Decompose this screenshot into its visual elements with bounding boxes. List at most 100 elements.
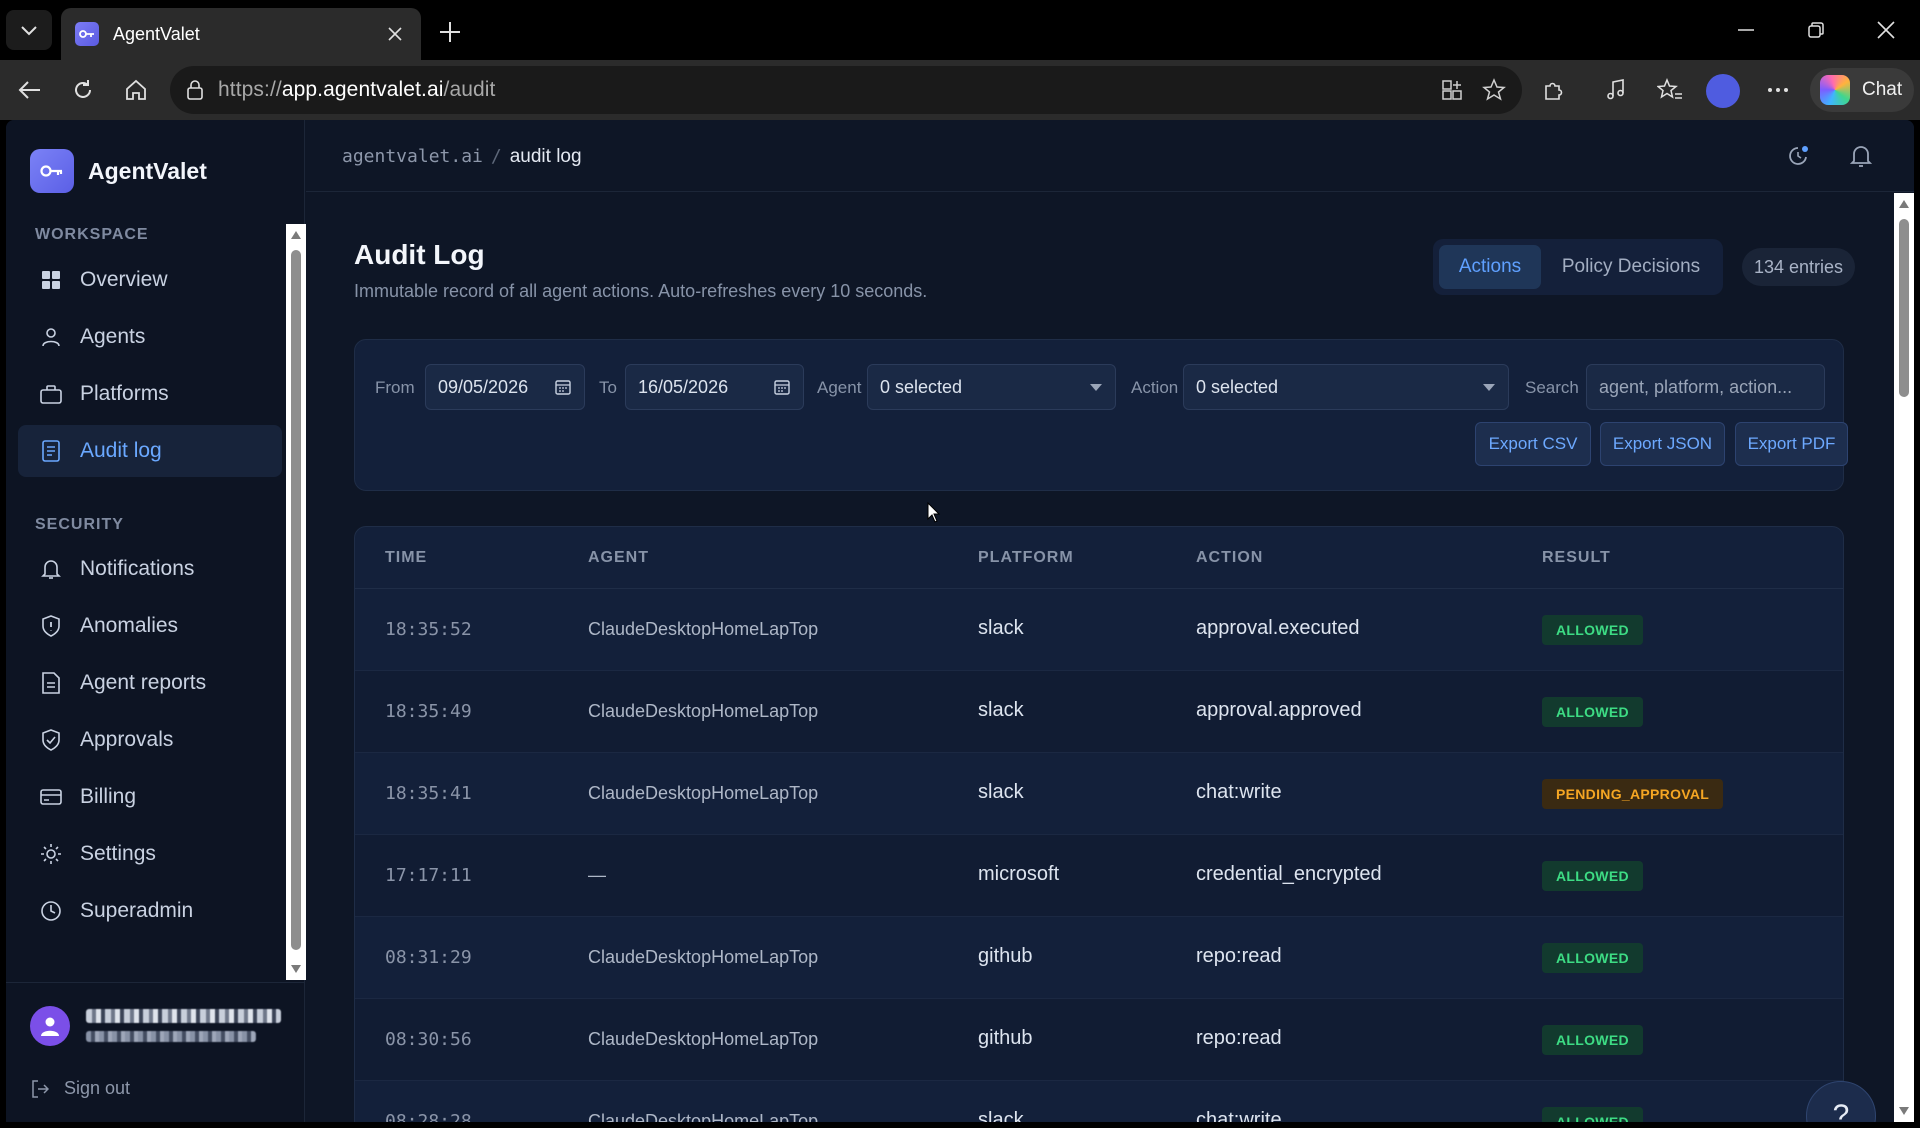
sidebar-item-platforms[interactable]: Platforms bbox=[18, 368, 282, 420]
to-date-input[interactable]: 16/05/2026 bbox=[625, 364, 804, 410]
minimize-button[interactable] bbox=[1726, 10, 1766, 50]
more-menu-button[interactable] bbox=[1758, 70, 1798, 110]
back-button[interactable] bbox=[10, 70, 50, 110]
favorite-star-icon[interactable] bbox=[1474, 70, 1514, 110]
puzzle-icon bbox=[1545, 82, 1563, 100]
table-row[interactable]: 08:31:29 ClaudeDesktopHomeLapTop github … bbox=[355, 917, 1843, 999]
home-button[interactable] bbox=[116, 70, 156, 110]
sidebar-item-anomalies[interactable]: Anomalies bbox=[18, 600, 282, 652]
page-subtitle: Immutable record of all agent actions. A… bbox=[354, 281, 928, 301]
sidebar-item-label: Audit log bbox=[80, 439, 162, 462]
main-scrollbar[interactable] bbox=[1894, 193, 1914, 1122]
cell-platform: slack bbox=[978, 699, 1024, 721]
cell-time: 18:35:52 bbox=[385, 619, 472, 640]
sidebar-item-label: Settings bbox=[80, 842, 156, 865]
sidebar-item-audit-log[interactable]: Audit log bbox=[18, 425, 282, 477]
action-select[interactable]: 0 selected bbox=[1183, 364, 1509, 410]
column-header-agent[interactable]: AGENT bbox=[588, 549, 649, 567]
media-control-button[interactable] bbox=[1596, 70, 1636, 110]
column-header-platform[interactable]: PLATFORM bbox=[978, 549, 1074, 567]
column-header-result[interactable]: RESULT bbox=[1542, 549, 1611, 567]
browser-tab[interactable]: AgentValet bbox=[61, 8, 421, 60]
cell-time: 18:35:49 bbox=[385, 701, 472, 722]
export-csv-button[interactable]: Export CSV bbox=[1475, 422, 1591, 466]
scroll-down-icon[interactable] bbox=[290, 964, 302, 974]
sign-out-button[interactable]: Sign out bbox=[30, 1078, 130, 1099]
tab-policy-decisions[interactable]: Policy Decisions bbox=[1545, 245, 1717, 289]
profile-avatar[interactable] bbox=[1706, 74, 1740, 108]
table-row[interactable]: 17:17:11 — microsoft credential_encrypte… bbox=[355, 835, 1843, 917]
sidebar-item-notifications[interactable]: Notifications bbox=[18, 543, 282, 595]
calendar-icon[interactable] bbox=[554, 378, 572, 396]
sidebar-item-agent-reports[interactable]: Agent reports bbox=[18, 657, 282, 709]
copilot-chat-button[interactable]: Chat bbox=[1810, 68, 1914, 112]
sign-out-icon bbox=[30, 1079, 50, 1099]
page-title: Audit Log bbox=[354, 239, 485, 270]
sidebar-item-billing[interactable]: Billing bbox=[18, 771, 282, 823]
sidebar-item-settings[interactable]: Settings bbox=[18, 828, 282, 880]
sign-out-label: Sign out bbox=[64, 1078, 131, 1098]
theme-toggle-button[interactable] bbox=[1784, 141, 1814, 171]
cell-platform: slack bbox=[978, 617, 1024, 639]
table-row[interactable]: 18:35:49 ClaudeDesktopHomeLapTop slack a… bbox=[355, 671, 1843, 753]
app-available-icon[interactable] bbox=[1432, 70, 1472, 110]
brand[interactable]: AgentValet bbox=[30, 149, 207, 193]
sidebar-item-overview[interactable]: Overview bbox=[18, 254, 282, 306]
table-row[interactable]: 18:35:41 ClaudeDesktopHomeLapTop slack c… bbox=[355, 753, 1843, 835]
tab-list-button[interactable] bbox=[6, 10, 52, 50]
action-select-value: 0 selected bbox=[1196, 376, 1279, 397]
table-row[interactable]: 08:28:28 ClaudeDesktopHomeLapTop slack c… bbox=[355, 1081, 1843, 1122]
sidebar-item-superadmin[interactable]: Superadmin bbox=[18, 885, 282, 937]
address-bar[interactable]: https://app.agentvalet.ai/audit bbox=[170, 66, 1522, 114]
column-header-action[interactable]: ACTION bbox=[1196, 549, 1263, 567]
close-window-button[interactable] bbox=[1866, 10, 1906, 50]
breadcrumb-current: audit log bbox=[509, 146, 582, 167]
tab-close-icon[interactable] bbox=[383, 22, 407, 46]
scroll-up-icon[interactable] bbox=[1898, 199, 1910, 209]
status-badge: ALLOWED bbox=[1542, 943, 1643, 973]
search-input[interactable]: agent, platform, action... bbox=[1586, 364, 1825, 410]
scroll-up-icon[interactable] bbox=[290, 230, 302, 240]
breadcrumb: agentvalet.ai / audit log bbox=[342, 146, 582, 168]
tab-actions[interactable]: Actions bbox=[1439, 245, 1541, 289]
sidebar-scroll-thumb[interactable] bbox=[291, 250, 301, 950]
reload-button[interactable] bbox=[63, 70, 103, 110]
from-date-input[interactable]: 09/05/2026 bbox=[425, 364, 585, 410]
agent-label: Agent bbox=[817, 378, 862, 397]
table-row[interactable]: 18:35:52 ClaudeDesktopHomeLapTop slack a… bbox=[355, 589, 1843, 671]
address-url[interactable]: https://app.agentvalet.ai/audit bbox=[218, 78, 496, 102]
agent-select[interactable]: 0 selected bbox=[867, 364, 1116, 410]
cell-time: 08:31:29 bbox=[385, 947, 472, 968]
shield-check-icon bbox=[40, 729, 62, 751]
export-pdf-button[interactable]: Export PDF bbox=[1735, 422, 1848, 466]
credit-card-icon bbox=[40, 786, 62, 808]
table-row[interactable]: 08:30:56 ClaudeDesktopHomeLapTop github … bbox=[355, 999, 1843, 1081]
sidebar-item-agents[interactable]: Agents bbox=[18, 311, 282, 363]
cell-platform: github bbox=[978, 1027, 1033, 1049]
sidebar-scrollbar[interactable] bbox=[286, 224, 306, 980]
cell-action: repo:read bbox=[1196, 945, 1282, 967]
calendar-icon[interactable] bbox=[773, 378, 791, 396]
column-header-time[interactable]: TIME bbox=[385, 549, 427, 567]
sidebar-item-label: Billing bbox=[80, 785, 137, 808]
sidebar-item-approvals[interactable]: Approvals bbox=[18, 714, 282, 766]
ellipsis-icon bbox=[1768, 88, 1788, 92]
scroll-down-icon[interactable] bbox=[1898, 1106, 1910, 1116]
new-tab-button[interactable] bbox=[432, 14, 468, 50]
breadcrumb-root[interactable]: agentvalet.ai bbox=[342, 146, 483, 167]
favorites-button[interactable] bbox=[1650, 70, 1690, 110]
restore-button[interactable] bbox=[1796, 10, 1836, 50]
mouse-cursor-icon bbox=[927, 502, 941, 523]
sidebar-item-label: Agent reports bbox=[80, 671, 207, 694]
extensions-button[interactable] bbox=[1534, 70, 1574, 110]
url-host: app.agentvalet.ai bbox=[281, 78, 444, 101]
redacted-user-email bbox=[86, 1031, 256, 1042]
cell-platform: github bbox=[978, 945, 1033, 967]
export-json-button[interactable]: Export JSON bbox=[1600, 422, 1725, 466]
main-scroll-thumb[interactable] bbox=[1899, 219, 1909, 397]
notifications-button[interactable] bbox=[1846, 141, 1876, 171]
user-profile[interactable] bbox=[6, 982, 305, 1070]
from-label: From bbox=[375, 378, 415, 397]
key-logo-icon bbox=[30, 149, 74, 193]
close-icon bbox=[1877, 21, 1895, 39]
